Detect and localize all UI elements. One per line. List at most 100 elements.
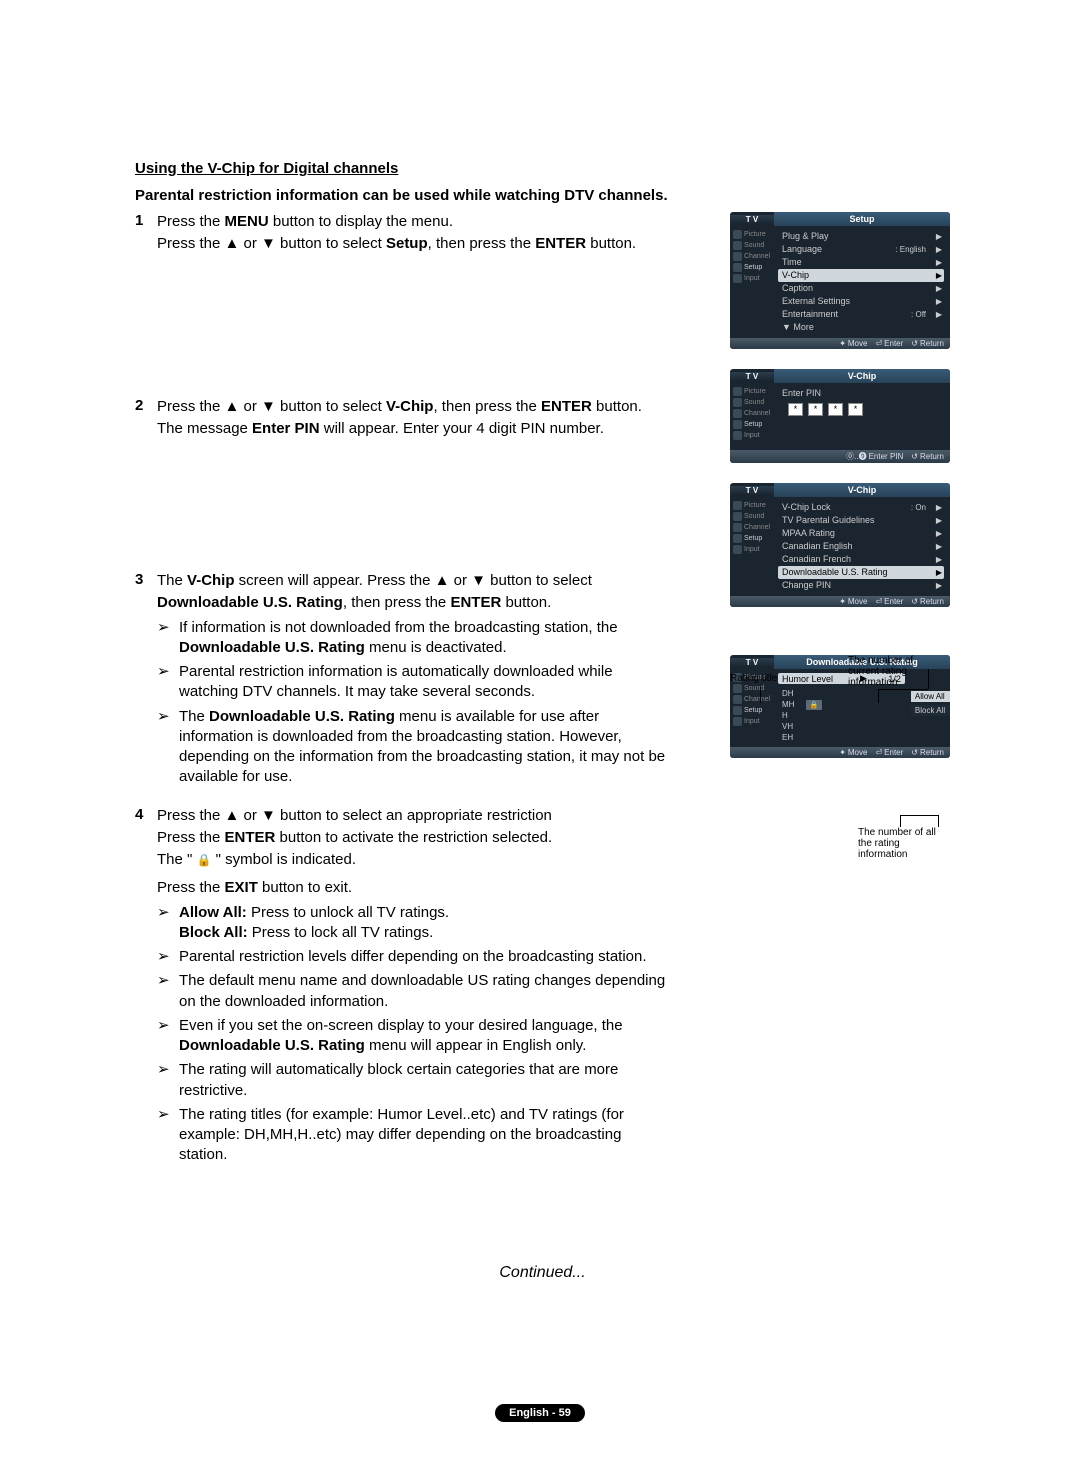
- picture-icon: [733, 387, 742, 396]
- sound-icon: [733, 398, 742, 407]
- lock-icon: 🔒: [197, 852, 212, 868]
- input-icon: [733, 717, 742, 726]
- two-columns: 1 Press the MENU button to display the m…: [135, 212, 950, 1184]
- menu-item[interactable]: V-Chip Lock: On▶: [778, 501, 944, 514]
- step2-line1: Press the ▲ or ▼ button to select V-Chip…: [157, 397, 666, 417]
- chevron-right-icon: ▶: [936, 554, 942, 565]
- channel-icon: [733, 695, 742, 704]
- menu-item[interactable]: Canadian English▶: [778, 540, 944, 553]
- step1-line2: Press the ▲ or ▼ button to select Setup,…: [157, 234, 666, 254]
- menu-item-downloadable[interactable]: Downloadable U.S. Rating▶: [778, 566, 944, 579]
- step1-line1: Press the MENU button to display the men…: [157, 212, 666, 232]
- return-icon: ↺: [911, 748, 918, 757]
- osd-tv-label: T V: [730, 372, 774, 381]
- picture-icon: [733, 501, 742, 510]
- note-arrow-icon: ➢: [157, 662, 179, 703]
- note-arrow-icon: ➢: [157, 1105, 179, 1166]
- menu-item[interactable]: Language: English▶: [778, 243, 944, 256]
- continued-label: Continued...: [135, 1264, 950, 1282]
- step4-note3: The default menu name and downloadable U…: [179, 971, 666, 1012]
- channel-icon: [733, 252, 742, 261]
- picture-icon: [733, 230, 742, 239]
- setup-icon: [733, 534, 742, 543]
- osd-footer: ✦Move ⏎Enter ↺Return: [730, 338, 950, 349]
- right-column: T V Setup Picture Sound Channel Setup In…: [688, 212, 950, 885]
- step3-note3: The Downloadable U.S. Rating menu is ava…: [179, 707, 666, 788]
- sound-icon: [733, 512, 742, 521]
- osd-tv-label: T V: [730, 486, 774, 495]
- sound-icon: [733, 241, 742, 250]
- return-icon: ↺: [911, 597, 918, 606]
- move-icon: ✦: [839, 339, 846, 348]
- menu-item-more[interactable]: ▼ More: [778, 321, 944, 334]
- chevron-right-icon: ▶: [936, 515, 942, 526]
- annotation-rating-title: Rating title: [730, 673, 777, 684]
- osd4-wrapper: Rating title The number of current ratin…: [688, 655, 950, 885]
- pin-digit[interactable]: *: [788, 403, 803, 416]
- chevron-right-icon: ▶: [936, 502, 942, 513]
- chevron-right-icon: ▶: [936, 528, 942, 539]
- osd-title-vchip: V-Chip: [774, 369, 950, 383]
- osd-list: Plug & Play▶ Language: English▶ Time▶ V-…: [774, 226, 950, 338]
- channel-icon: [733, 523, 742, 532]
- step-number: 1: [135, 212, 157, 257]
- menu-item[interactable]: MPAA Rating▶: [778, 527, 944, 540]
- rating-row[interactable]: H: [778, 710, 905, 721]
- menu-item[interactable]: TV Parental Guidelines▶: [778, 514, 944, 527]
- enter-icon: ⏎: [875, 597, 882, 606]
- chevron-right-icon: ▶: [936, 270, 942, 281]
- osd-sidebar: Picture Sound Channel Setup Input: [730, 497, 774, 596]
- step4-line1: Press the ▲ or ▼ button to select an app…: [157, 806, 666, 826]
- chevron-right-icon: ▶: [936, 309, 942, 320]
- channel-icon: [733, 409, 742, 418]
- menu-item[interactable]: Entertainment: Off▶: [778, 308, 944, 321]
- sound-icon: [733, 684, 742, 693]
- step-4: 4 Press the ▲ or ▼ button to select an a…: [135, 806, 666, 1166]
- rating-row[interactable]: EH: [778, 732, 905, 743]
- step4-note2: Parental restriction levels differ depen…: [179, 947, 666, 967]
- osd-title-vchip: V-Chip: [774, 483, 950, 497]
- step-1: 1 Press the MENU button to display the m…: [135, 212, 666, 257]
- osd-tv-label: T V: [730, 658, 774, 667]
- page-number: English - 59: [495, 1404, 585, 1422]
- menu-item[interactable]: Plug & Play▶: [778, 230, 944, 243]
- block-all-button[interactable]: Block All: [911, 705, 950, 716]
- step-3: 3 The V-Chip screen will appear. Press t…: [135, 571, 666, 788]
- step-number: 2: [135, 397, 157, 442]
- step3-note2: Parental restriction information is auto…: [179, 662, 666, 703]
- input-icon: [733, 431, 742, 440]
- step4-note5: The rating will automatically block cert…: [179, 1060, 666, 1101]
- pin-digit[interactable]: *: [828, 403, 843, 416]
- pin-digit[interactable]: *: [848, 403, 863, 416]
- step4-note4: Even if you set the on-screen display to…: [179, 1016, 666, 1057]
- annotation-num-current: The number of current rating information: [848, 655, 928, 688]
- rating-row[interactable]: VH: [778, 721, 905, 732]
- step3-line2: Downloadable U.S. Rating, then press the…: [157, 593, 666, 613]
- enter-pin-label: Enter PIN: [778, 387, 944, 400]
- pin-entry[interactable]: * * * *: [778, 400, 944, 416]
- menu-item[interactable]: External Settings▶: [778, 295, 944, 308]
- note-arrow-icon: ➢: [157, 971, 179, 1012]
- menu-item[interactable]: Change PIN▶: [778, 579, 944, 592]
- menu-item[interactable]: Time▶: [778, 256, 944, 269]
- pin-digit[interactable]: *: [808, 403, 823, 416]
- left-column: 1 Press the MENU button to display the m…: [135, 212, 666, 1184]
- step-2: 2 Press the ▲ or ▼ button to select V-Ch…: [135, 397, 666, 442]
- move-icon: ✦: [839, 597, 846, 606]
- note-arrow-icon: ➢: [157, 1060, 179, 1101]
- note-arrow-icon: ➢: [157, 1016, 179, 1057]
- rating-row[interactable]: MH🔒: [778, 699, 905, 710]
- note-arrow-icon: ➢: [157, 618, 179, 659]
- allow-all-button[interactable]: Allow All: [911, 691, 950, 702]
- menu-item[interactable]: Caption▶: [778, 282, 944, 295]
- menu-item[interactable]: Canadian French▶: [778, 553, 944, 566]
- chevron-right-icon: ▶: [936, 567, 942, 578]
- page-heading: Using the V-Chip for Digital channels: [135, 160, 950, 177]
- menu-item-vchip[interactable]: V-Chip▶: [778, 269, 944, 282]
- osd-sidebar: Picture Sound Channel Setup Input: [730, 383, 774, 450]
- input-icon: [733, 545, 742, 554]
- setup-icon: [733, 420, 742, 429]
- chevron-right-icon: ▶: [936, 580, 942, 591]
- osd-vchip-menu: T V V-Chip Picture Sound Channel Setup I…: [730, 483, 950, 607]
- move-icon: ✦: [839, 748, 846, 757]
